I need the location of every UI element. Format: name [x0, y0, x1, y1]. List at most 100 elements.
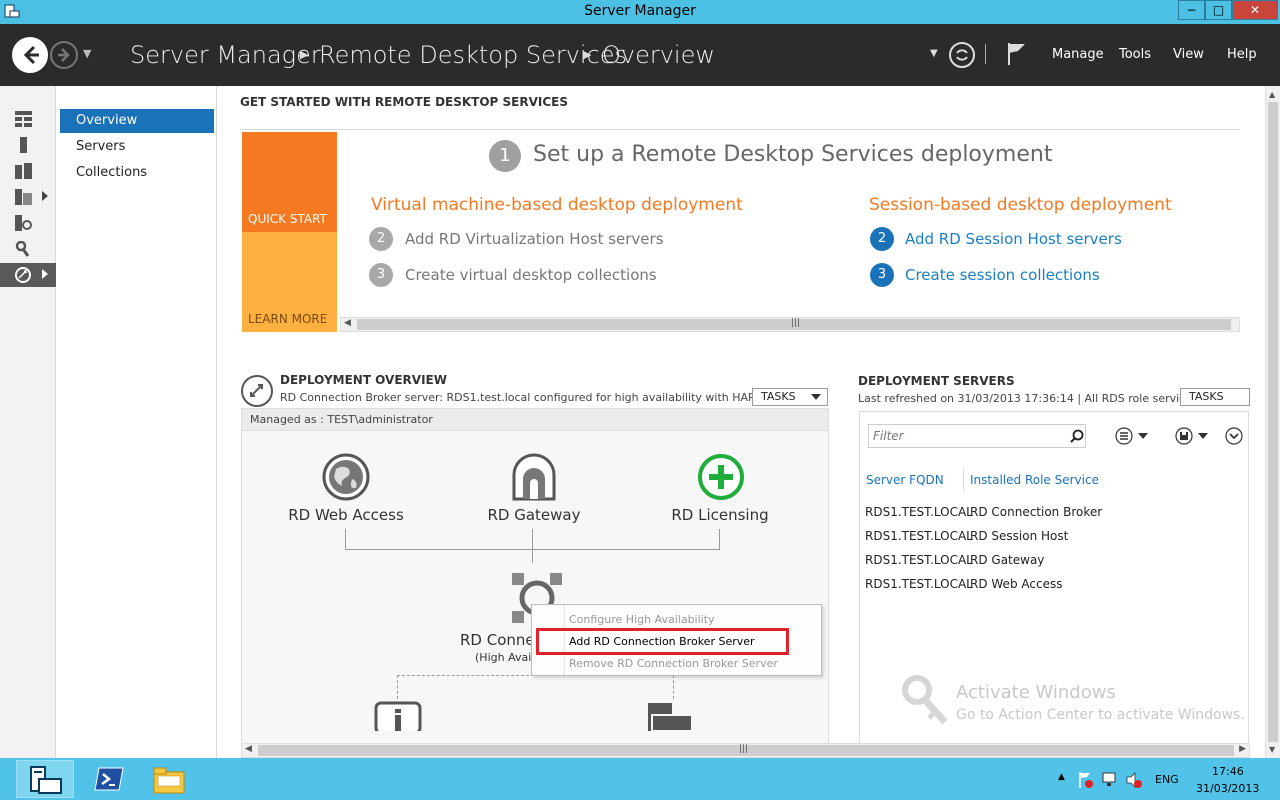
iis-icon: [15, 215, 32, 231]
vm-step-2-badge: 2: [369, 227, 393, 251]
connector-line: [345, 529, 346, 549]
title-bar: Server Manager − □ ✕: [0, 0, 1280, 24]
save-query-icon[interactable]: [1175, 427, 1211, 445]
add-plus-icon[interactable]: [697, 453, 745, 501]
dropdown-icon[interactable]: ▼: [930, 48, 938, 59]
main-hscrollbar[interactable]: ◀ ||| ▶: [241, 743, 1250, 758]
action-center-flag-icon[interactable]: [1077, 771, 1095, 789]
deployment-overview-tasks-button[interactable]: TASKS: [752, 388, 828, 406]
vm-step-create-collections[interactable]: Create virtual desktop collections: [405, 266, 657, 284]
quickstart-hscrollbar[interactable]: ◀ |||: [340, 317, 1240, 332]
close-button[interactable]: ✕: [1232, 0, 1278, 20]
vm-step-3-badge: 3: [369, 263, 393, 287]
learn-more-tile[interactable]: LEARN MORE: [242, 232, 337, 332]
deployment-servers-tasks-button[interactable]: TASKS: [1180, 388, 1250, 406]
clock-time[interactable]: 17:46: [1212, 765, 1244, 778]
server-fqdn-cell[interactable]: RDS1.TEST.LOCAL: [865, 553, 973, 567]
learn-more-label: LEARN MORE: [248, 312, 328, 326]
main-vscrollbar[interactable]: ▲ ▼: [1265, 86, 1280, 758]
menu-help[interactable]: Help: [1227, 47, 1257, 62]
nav-item-collections[interactable]: Collections: [60, 161, 214, 185]
wrench-icon: [15, 241, 30, 257]
menu-tools[interactable]: Tools: [1119, 47, 1151, 62]
language-indicator[interactable]: ENG: [1155, 773, 1179, 786]
header-divider: [985, 44, 986, 64]
maximize-button[interactable]: □: [1205, 0, 1232, 20]
network-icon[interactable]: [1101, 771, 1119, 789]
server-fqdn-cell[interactable]: RDS1.TEST.LOCAL: [865, 505, 973, 519]
dashed-connector: [673, 675, 674, 699]
scroll-right-icon[interactable]: ▶: [1239, 744, 1246, 754]
taskbar-server-manager[interactable]: [16, 760, 74, 798]
setup-deployment-link[interactable]: Set up a Remote Desktop Services deploym…: [533, 142, 1052, 167]
volume-muted-icon[interactable]: [1125, 771, 1143, 789]
role-rd-connection-broker[interactable]: RD Conne: [460, 631, 535, 649]
taskbar-powershell[interactable]: [80, 760, 138, 798]
rail-all-servers[interactable]: [0, 159, 56, 183]
expand-arrow-icon[interactable]: [42, 191, 48, 201]
rail-file-storage[interactable]: [0, 185, 56, 209]
breadcrumb-separator-icon: ▶: [300, 48, 309, 61]
rail-local-server[interactable]: [0, 133, 56, 157]
session-step-add-session-host[interactable]: Add RD Session Host servers: [905, 230, 1122, 248]
scroll-left-icon[interactable]: ◀: [344, 318, 351, 328]
server-fqdn-cell[interactable]: RDS1.TEST.LOCAL: [865, 529, 973, 543]
breadcrumb-remote-desktop-services[interactable]: Remote Desktop Services: [319, 41, 627, 69]
session-step-create-collections[interactable]: Create session collections: [905, 266, 1100, 284]
column-divider: [963, 468, 964, 490]
rd-session-host-icon[interactable]: [646, 701, 696, 731]
role-rd-gateway[interactable]: RD Gateway: [474, 506, 594, 524]
menu-view[interactable]: View: [1173, 47, 1204, 62]
quick-start-tile[interactable]: QUICK START: [242, 132, 337, 232]
role-service-cell[interactable]: RD Web Access: [970, 577, 1062, 591]
clock-date[interactable]: 31/03/2013: [1196, 782, 1259, 795]
nav-item-servers[interactable]: Servers: [60, 135, 214, 159]
role-service-cell[interactable]: RD Connection Broker: [970, 505, 1102, 519]
scroll-thumb[interactable]: [1268, 102, 1278, 742]
quick-start-label: QUICK START: [248, 212, 327, 226]
deployment-overview-subtitle: RD Connection Broker server: RDS1.test.l…: [280, 391, 766, 404]
show-hidden-icons[interactable]: ▲: [1058, 772, 1065, 782]
chevron-down-icon: [811, 394, 821, 400]
rail-iis[interactable]: [0, 211, 56, 235]
forward-button[interactable]: [50, 41, 78, 69]
scroll-up-icon[interactable]: ▲: [1269, 90, 1275, 99]
menu-manage[interactable]: Manage: [1052, 47, 1104, 62]
breadcrumb-server-manager[interactable]: Server Manager: [130, 41, 321, 69]
role-service-cell[interactable]: RD Gateway: [970, 553, 1044, 567]
rail-dashboard[interactable]: [0, 107, 56, 131]
gateway-icon[interactable]: [510, 453, 558, 501]
vm-step-add-virtualization-host[interactable]: Add RD Virtualization Host servers: [405, 230, 664, 248]
filter-input[interactable]: Filter: [868, 424, 1086, 448]
expand-arrow-icon[interactable]: [42, 269, 48, 279]
globe-icon[interactable]: [322, 453, 370, 501]
rd-virtualization-host-icon[interactable]: [374, 701, 422, 731]
server-fqdn-cell[interactable]: RDS1.TEST.LOCAL: [865, 577, 973, 591]
history-dropdown-icon[interactable]: ▼: [83, 47, 91, 60]
role-service-cell[interactable]: RD Session Host: [970, 529, 1068, 543]
role-rd-licensing[interactable]: RD Licensing: [657, 506, 783, 524]
scroll-down-icon[interactable]: ▼: [1269, 745, 1275, 754]
back-button[interactable]: [12, 37, 48, 73]
scroll-left-icon[interactable]: ◀: [245, 744, 252, 754]
menu-item-remove-rd-connection-broker-server: Remove RD Connection Broker Server: [569, 657, 778, 670]
broker-high-availability-label: (High Avail: [475, 651, 535, 664]
expand-collapse-icon[interactable]: [1225, 427, 1243, 445]
nav-item-overview[interactable]: Overview: [60, 109, 214, 133]
quickstart-section-title: GET STARTED WITH REMOTE DESKTOP SERVICES: [240, 95, 569, 109]
rail-tools[interactable]: [0, 237, 56, 261]
session-step-2-badge: 2: [870, 227, 894, 251]
notifications-flag-icon[interactable]: [1005, 41, 1027, 67]
minimize-button[interactable]: −: [1178, 0, 1205, 20]
search-icon[interactable]: [1070, 429, 1084, 443]
column-header-server-fqdn[interactable]: Server FQDN: [866, 473, 944, 487]
activate-windows-subtitle: Go to Action Center to activate Windows.: [956, 707, 1245, 723]
column-header-installed-role-service[interactable]: Installed Role Service: [970, 473, 1099, 487]
refresh-icon[interactable]: [948, 41, 976, 69]
taskbar-file-explorer[interactable]: [140, 760, 198, 798]
server-manager-icon: [30, 766, 62, 794]
rail-remote-desktop-services[interactable]: [0, 263, 56, 287]
role-rd-web-access[interactable]: RD Web Access: [288, 506, 404, 524]
list-options-icon[interactable]: [1115, 427, 1151, 445]
tasks-label: TASKS: [1189, 390, 1224, 403]
